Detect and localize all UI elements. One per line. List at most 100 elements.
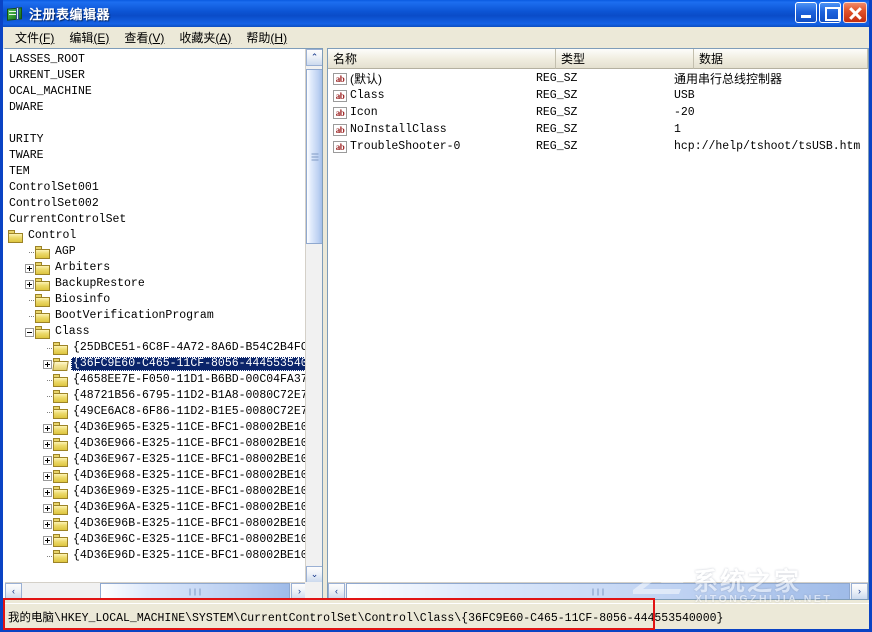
tree-node[interactable]: ControlSet002 bbox=[5, 196, 308, 212]
list-scroll-right-icon[interactable]: › bbox=[851, 583, 868, 600]
expand-node-icon[interactable] bbox=[43, 520, 52, 529]
value-type-cell: REG_SZ bbox=[536, 72, 674, 85]
tree-node[interactable]: TEM bbox=[5, 164, 308, 180]
registry-value-row[interactable]: abNoInstallClassREG_SZ1 bbox=[328, 121, 868, 138]
tree-node[interactable]: URITY bbox=[5, 132, 308, 148]
tree-node[interactable]: BackupRestore bbox=[5, 276, 308, 292]
close-button[interactable] bbox=[843, 2, 867, 23]
tree-horizontal-scrollbar[interactable]: ‹ › bbox=[5, 582, 308, 599]
value-data-cell: -20 bbox=[674, 106, 868, 119]
folder-icon bbox=[35, 278, 51, 291]
column-header-type[interactable]: 类型 bbox=[556, 49, 694, 69]
folder-icon bbox=[53, 438, 69, 451]
expand-node-icon[interactable] bbox=[43, 440, 52, 449]
folder-icon bbox=[53, 534, 69, 547]
tree-node[interactable]: {4D36E966-E325-11CE-BFC1-08002BE10318} bbox=[5, 436, 308, 452]
column-header-name[interactable]: 名称 bbox=[328, 49, 556, 69]
tree-node-label: {4D36E96B-E325-11CE-BFC1-08002BE10318} bbox=[71, 517, 308, 531]
expand-node-icon[interactable] bbox=[25, 264, 34, 273]
registry-value-row[interactable]: abIconREG_SZ-20 bbox=[328, 104, 868, 121]
tree-node[interactable]: {36FC9E60-C465-11CF-8056-444553540000} bbox=[5, 356, 308, 372]
tree-node[interactable]: {4D36E96A-E325-11CE-BFC1-08002BE10318} bbox=[5, 500, 308, 516]
collapse-node-icon[interactable] bbox=[25, 328, 34, 337]
tree-node[interactable]: OCAL_MACHINE bbox=[5, 84, 308, 100]
tree-node-label: BackupRestore bbox=[53, 277, 147, 291]
tree-node[interactable]: DWARE bbox=[5, 100, 308, 116]
scroll-left-icon[interactable]: ‹ bbox=[5, 583, 22, 600]
tree-vertical-scrollbar[interactable]: ⌃ ⌄ bbox=[305, 49, 322, 583]
menu-item-4[interactable]: 收藏夹(A) bbox=[172, 27, 239, 48]
maximize-button[interactable] bbox=[819, 2, 841, 23]
tree-node[interactable]: {4658EE7E-F050-11D1-B6BD-00C04FA372A7} bbox=[5, 372, 308, 388]
tree-node[interactable]: {4D36E965-E325-11CE-BFC1-08002BE10318} bbox=[5, 420, 308, 436]
tree-node-label: URITY bbox=[7, 133, 46, 147]
scroll-down-icon[interactable]: ⌄ bbox=[306, 566, 323, 583]
tree-node[interactable]: LASSES_ROOT bbox=[5, 52, 308, 68]
tree-node-label: {4D36E965-E325-11CE-BFC1-08002BE10318} bbox=[71, 421, 308, 435]
expand-node-icon[interactable] bbox=[43, 504, 52, 513]
minimize-button[interactable] bbox=[795, 2, 817, 23]
registry-value-row[interactable]: ab(默认)REG_SZ通用串行总线控制器 bbox=[328, 70, 868, 87]
tree-node[interactable]: Biosinfo bbox=[5, 292, 308, 308]
tree-node[interactable] bbox=[5, 116, 308, 132]
menu-item-5[interactable]: 帮助(H) bbox=[239, 27, 295, 48]
tree-node-label: {4D36E96A-E325-11CE-BFC1-08002BE10318} bbox=[71, 501, 308, 515]
tree-node-label: {4D36E968-E325-11CE-BFC1-08002BE10318} bbox=[71, 469, 308, 483]
tree-node-label: CurrentControlSet bbox=[7, 213, 128, 227]
tree-vscroll-thumb[interactable] bbox=[306, 69, 323, 244]
folder-icon bbox=[8, 230, 24, 243]
tree-node[interactable]: {48721B56-6795-11D2-B1A8-0080C72E74A2} bbox=[5, 388, 308, 404]
tree-node[interactable]: {4D36E969-E325-11CE-BFC1-08002BE10318} bbox=[5, 484, 308, 500]
menu-item-2[interactable]: 编辑(E) bbox=[62, 27, 117, 48]
tree-node[interactable]: {25DBCE51-6C8F-4A72-8A6D-B54C2B4FC835} bbox=[5, 340, 308, 356]
registry-value-row[interactable]: abTroubleShooter-0REG_SZhcp://help/tshoo… bbox=[328, 138, 868, 155]
tree-node[interactable]: {4D36E967-E325-11CE-BFC1-08002BE10318} bbox=[5, 452, 308, 468]
tree-node[interactable]: Arbiters bbox=[5, 260, 308, 276]
registry-values-pane: 名称 类型 数据 ab(默认)REG_SZ通用串行总线控制器abClassREG… bbox=[327, 48, 869, 600]
column-header-data[interactable]: 数据 bbox=[694, 49, 868, 69]
tree-node-label: {4D36E966-E325-11CE-BFC1-08002BE10318} bbox=[71, 437, 308, 451]
folder-icon bbox=[53, 518, 69, 531]
folder-icon bbox=[53, 406, 69, 419]
list-column-headers: 名称 类型 数据 bbox=[328, 49, 868, 69]
scroll-up-icon[interactable]: ⌃ bbox=[306, 49, 323, 66]
tree-node-label: {25DBCE51-6C8F-4A72-8A6D-B54C2B4FC835} bbox=[71, 341, 308, 355]
expand-node-icon[interactable] bbox=[43, 424, 52, 433]
tree-node[interactable]: ControlSet001 bbox=[5, 180, 308, 196]
menu-item-3[interactable]: 查看(V) bbox=[117, 27, 172, 48]
main-split-area: LASSES_ROOTURRENT_USEROCAL_MACHINEDWARE U… bbox=[3, 48, 869, 600]
tree-node[interactable]: {4D36E968-E325-11CE-BFC1-08002BE10318} bbox=[5, 468, 308, 484]
expand-node-icon[interactable] bbox=[43, 536, 52, 545]
list-scroll-left-icon[interactable]: ‹ bbox=[328, 583, 345, 600]
tree-node-list: LASSES_ROOTURRENT_USEROCAL_MACHINEDWARE U… bbox=[5, 52, 308, 564]
tree-node[interactable]: TWARE bbox=[5, 148, 308, 164]
tree-node[interactable]: CurrentControlSet bbox=[5, 212, 308, 228]
menu-item-1[interactable]: 文件(F) bbox=[8, 27, 62, 48]
tree-node[interactable]: {4D36E96D-E325-11CE-BFC1-08002BE10318} bbox=[5, 548, 308, 564]
tree-hscroll-thumb[interactable] bbox=[100, 583, 290, 600]
tree-node[interactable]: {49CE6AC8-6F86-11D2-B1E5-0080C72E74A2} bbox=[5, 404, 308, 420]
list-hscroll-thumb[interactable] bbox=[346, 583, 850, 600]
value-type-cell: REG_SZ bbox=[536, 123, 674, 136]
value-type-cell: REG_SZ bbox=[536, 89, 674, 102]
tree-node-label: {36FC9E60-C465-11CF-8056-444553540000} bbox=[71, 357, 308, 371]
expand-node-icon[interactable] bbox=[25, 280, 34, 289]
expand-node-icon[interactable] bbox=[43, 488, 52, 497]
folder-open-icon bbox=[53, 358, 69, 371]
tree-node[interactable]: BootVerificationProgram bbox=[5, 308, 308, 324]
tree-node-label: {4D36E96D-E325-11CE-BFC1-08002BE10318} bbox=[71, 549, 308, 563]
tree-node[interactable]: Control bbox=[5, 228, 308, 244]
tree-node[interactable]: AGP bbox=[5, 244, 308, 260]
registry-value-row[interactable]: abClassREG_SZUSB bbox=[328, 87, 868, 104]
tree-node[interactable]: URRENT_USER bbox=[5, 68, 308, 84]
expand-node-icon[interactable] bbox=[43, 472, 52, 481]
value-name-cell: abNoInstallClass bbox=[328, 123, 536, 136]
expand-node-icon[interactable] bbox=[43, 456, 52, 465]
tree-node[interactable]: {4D36E96C-E325-11CE-BFC1-08002BE10318} bbox=[5, 532, 308, 548]
tree-node[interactable]: {4D36E96B-E325-11CE-BFC1-08002BE10318} bbox=[5, 516, 308, 532]
tree-node-label: {48721B56-6795-11D2-B1A8-0080C72E74A2} bbox=[71, 389, 308, 403]
tree-node-label: Biosinfo bbox=[53, 293, 112, 307]
list-horizontal-scrollbar[interactable]: ‹ › bbox=[328, 582, 868, 599]
expand-node-icon[interactable] bbox=[43, 360, 52, 369]
tree-node[interactable]: Class bbox=[5, 324, 308, 340]
